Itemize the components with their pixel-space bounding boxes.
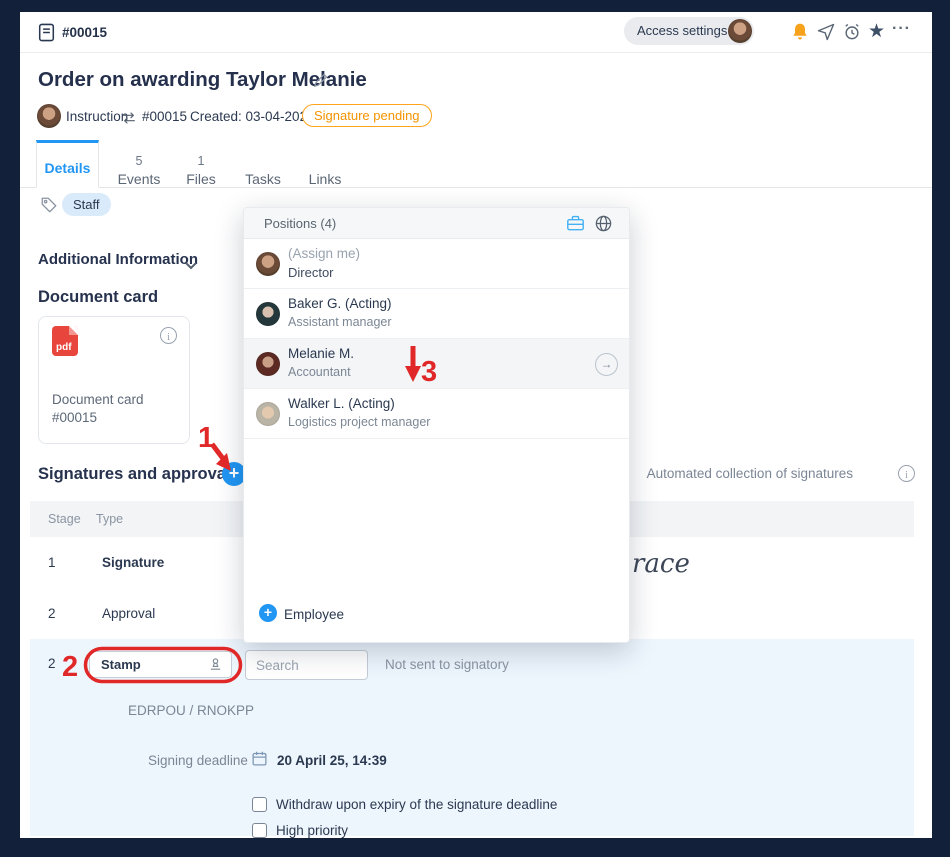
tag-icon — [40, 196, 58, 219]
doc-number: #00015 — [142, 109, 187, 124]
position-item-baker[interactable]: Baker G. (Acting) Assistant manager — [244, 289, 629, 339]
document-id: #00015 — [62, 25, 107, 40]
tab-files-label: Files — [186, 169, 216, 189]
document-card-title: Document card #00015 — [52, 391, 144, 427]
auto-collection-label: Automated collection of signatures — [647, 466, 853, 481]
positions-popup-title: Positions (4) — [264, 216, 336, 231]
edrpou-label: EDRPOU / RNOKPP — [128, 703, 254, 718]
document-card-heading: Document card — [38, 288, 158, 307]
tab-tasks-label: Tasks — [242, 169, 284, 189]
baker-role: Assistant manager — [288, 315, 392, 329]
col-stage-header: Stage — [48, 501, 81, 537]
created-date: Created: 03-04-2025 — [190, 109, 315, 124]
assign-me-avatar — [256, 252, 280, 276]
add-employee-plus-icon — [259, 604, 277, 622]
row1-type: Signature — [102, 555, 164, 570]
access-settings-button[interactable]: Access settings — [624, 17, 754, 45]
walker-role: Logistics project manager — [288, 415, 430, 429]
tab-tasks[interactable]: Tasks — [242, 153, 284, 189]
type-select-stamp[interactable]: Stamp — [89, 651, 232, 678]
high-priority-checkbox[interactable] — [252, 823, 267, 838]
tab-files-count: 1 — [186, 153, 216, 169]
baker-avatar — [256, 302, 280, 326]
tab-details[interactable]: Details — [36, 140, 99, 188]
document-card-title-line1: Document card — [52, 391, 144, 409]
walker-avatar — [256, 402, 280, 426]
tab-events-label: Events — [117, 169, 161, 189]
high-priority-checkbox-label: High priority — [276, 823, 348, 838]
tab-tasks-count — [242, 153, 284, 169]
row3-stage: 2 — [48, 656, 56, 671]
favorite-star-icon[interactable] — [868, 20, 885, 43]
send-icon[interactable] — [816, 22, 836, 47]
stamp-icon — [208, 657, 223, 677]
col-type-header: Type — [96, 501, 123, 537]
author-avatar — [37, 104, 61, 128]
access-settings-label: Access settings — [637, 23, 727, 38]
pdf-file-icon: pdf — [52, 326, 78, 356]
status-badge: Signature pending — [302, 104, 432, 127]
walker-name: Walker L. (Acting) — [288, 396, 395, 411]
baker-name: Baker G. (Acting) — [288, 296, 392, 311]
assign-me-role: Director — [288, 265, 334, 280]
row2-type: Approval — [102, 606, 155, 621]
table-row-stamp-expanded: 2 Stamp Not sent to signatory EDRPOU / R… — [30, 639, 914, 836]
melanie-role: Accountant — [288, 365, 351, 379]
melanie-name: Melanie M. — [288, 346, 354, 361]
document-icon — [38, 23, 55, 47]
add-employee-button[interactable]: Employee — [244, 598, 629, 632]
pdf-file-label: pdf — [56, 342, 72, 353]
assign-me-name: (Assign me) — [288, 246, 360, 261]
document-card-tile[interactable]: pdf Document card #00015 — [38, 316, 190, 444]
reminder-clock-icon[interactable] — [842, 22, 862, 47]
signatures-heading: Signatures and approvals — [38, 465, 240, 484]
row1-stage: 1 — [48, 555, 56, 570]
positions-popup-header: Positions (4) — [244, 208, 629, 239]
tab-events[interactable]: 5 Events — [117, 153, 161, 189]
doc-type-label: Instruction — [66, 109, 128, 124]
change-type-swap-icon[interactable] — [121, 111, 137, 130]
user-avatar — [728, 19, 752, 43]
card-info-icon[interactable] — [160, 327, 177, 344]
signing-deadline-label: Signing deadline — [148, 753, 248, 768]
tab-links-count — [304, 153, 346, 169]
edit-title-pencil-icon[interactable] — [312, 72, 329, 94]
withdraw-checkbox-label: Withdraw upon expiry of the signature de… — [276, 797, 557, 812]
position-item-assign-me[interactable]: (Assign me) Director — [244, 239, 629, 289]
position-item-walker[interactable]: Walker L. (Acting) Logistics project man… — [244, 389, 629, 439]
signatory-search-input[interactable] — [245, 650, 368, 680]
tab-details-label: Details — [37, 160, 98, 176]
notifications-bell-icon[interactable] — [790, 22, 810, 47]
tab-bar: Details 5 Events 1 Files Tasks Links — [20, 140, 932, 188]
add-employee-label: Employee — [284, 607, 344, 622]
position-item-melanie[interactable]: Melanie M. Accountant — [244, 339, 629, 389]
more-options-icon[interactable] — [892, 20, 911, 38]
auto-collection-info-icon[interactable] — [898, 465, 915, 482]
type-select-value: Stamp — [101, 652, 141, 677]
tab-files[interactable]: 1 Files — [186, 153, 216, 189]
signature-handwriting: race — [632, 549, 690, 579]
tab-links[interactable]: Links — [304, 153, 346, 189]
document-card-title-line2: #00015 — [52, 409, 144, 427]
top-bar: #00015 Access settings — [20, 12, 932, 53]
tab-events-count: 5 — [117, 153, 161, 169]
positions-briefcase-icon[interactable] — [566, 215, 585, 237]
withdraw-checkbox[interactable] — [252, 797, 267, 812]
screen: #00015 Access settings Order on awarding… — [0, 0, 950, 857]
external-globe-icon[interactable] — [594, 214, 613, 238]
signatory-status-text: Not sent to signatory — [385, 657, 509, 672]
row2-stage: 2 — [48, 606, 56, 621]
positions-popup: Positions (4) (Assign me) Director Baker… — [243, 207, 630, 643]
signing-deadline-value[interactable]: 20 April 25, 14:39 — [277, 753, 387, 768]
melanie-avatar — [256, 352, 280, 376]
calendar-icon[interactable] — [251, 750, 268, 772]
additional-info-heading[interactable]: Additional Information — [38, 251, 198, 268]
chevron-down-icon[interactable] — [185, 257, 197, 275]
tab-links-label: Links — [304, 169, 346, 189]
tag-chip-staff[interactable]: Staff — [62, 193, 111, 216]
select-melanie-arrow-icon[interactable] — [595, 353, 618, 376]
